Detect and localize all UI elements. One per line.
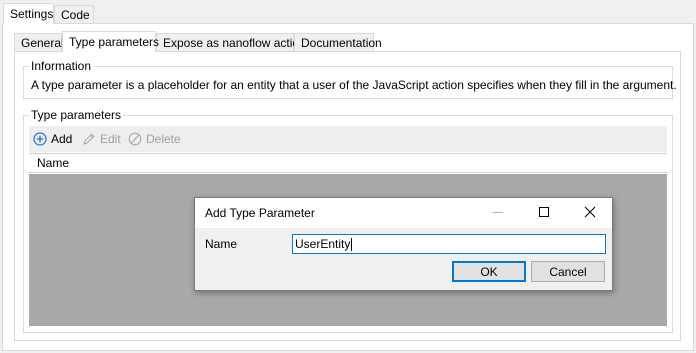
tab-general-label: General [21, 36, 64, 50]
information-text: A type parameter is a placeholder for an… [31, 78, 677, 92]
minimize-button[interactable] [475, 198, 521, 228]
cancel-button[interactable]: Cancel [531, 261, 605, 282]
edit-button[interactable]: Edit [82, 126, 121, 152]
tab-documentation[interactable]: Documentation [294, 33, 382, 52]
maximize-icon [538, 206, 550, 221]
name-input-value: UserEntity [295, 237, 351, 251]
ok-button-label: OK [480, 264, 498, 279]
dialog-titlebar[interactable]: Add Type Parameter [195, 198, 612, 228]
close-icon [584, 206, 596, 221]
add-button-label: Add [51, 132, 73, 146]
maximize-button[interactable] [521, 198, 567, 228]
delete-button[interactable]: Delete [128, 126, 181, 152]
tab-type-parameters-label: Type parameters [69, 35, 160, 49]
tab-documentation-label: Documentation [301, 36, 382, 50]
add-type-parameter-dialog: Add Type Parameter Name UserEntity OK Ca… [194, 197, 613, 291]
plus-circle-icon [33, 132, 47, 146]
tab-code-label: Code [61, 8, 90, 22]
tab-expose-nanoflow-label: Expose as nanoflow action [163, 36, 306, 50]
ok-button[interactable]: OK [452, 261, 526, 282]
tab-settings-label: Settings [10, 7, 54, 21]
information-legend: Information [29, 59, 94, 73]
dialog-title: Add Type Parameter [205, 206, 315, 220]
edit-button-label: Edit [100, 132, 121, 146]
text-caret [351, 237, 353, 251]
grid-column-header-name[interactable]: Name [29, 153, 667, 173]
grid-column-header-label: Name [37, 156, 70, 170]
minimize-icon [492, 206, 504, 221]
close-button[interactable] [567, 198, 613, 228]
tab-expose-nanoflow[interactable]: Expose as nanoflow action [156, 33, 306, 52]
tab-type-parameters[interactable]: Type parameters [62, 31, 160, 52]
delete-button-label: Delete [146, 132, 181, 146]
name-input[interactable]: UserEntity [292, 234, 606, 254]
tab-general[interactable]: General [14, 33, 64, 52]
no-entry-icon [128, 132, 142, 146]
tab-settings[interactable]: Settings [3, 3, 54, 24]
tab-code[interactable]: Code [54, 5, 94, 24]
type-parameters-toolbar: Add Edit Delete [29, 126, 667, 152]
name-label: Name [205, 237, 238, 251]
cancel-button-label: Cancel [549, 264, 587, 279]
type-parameters-legend: Type parameters [29, 108, 124, 122]
add-button[interactable]: Add [33, 126, 72, 152]
pencil-icon [82, 132, 96, 146]
